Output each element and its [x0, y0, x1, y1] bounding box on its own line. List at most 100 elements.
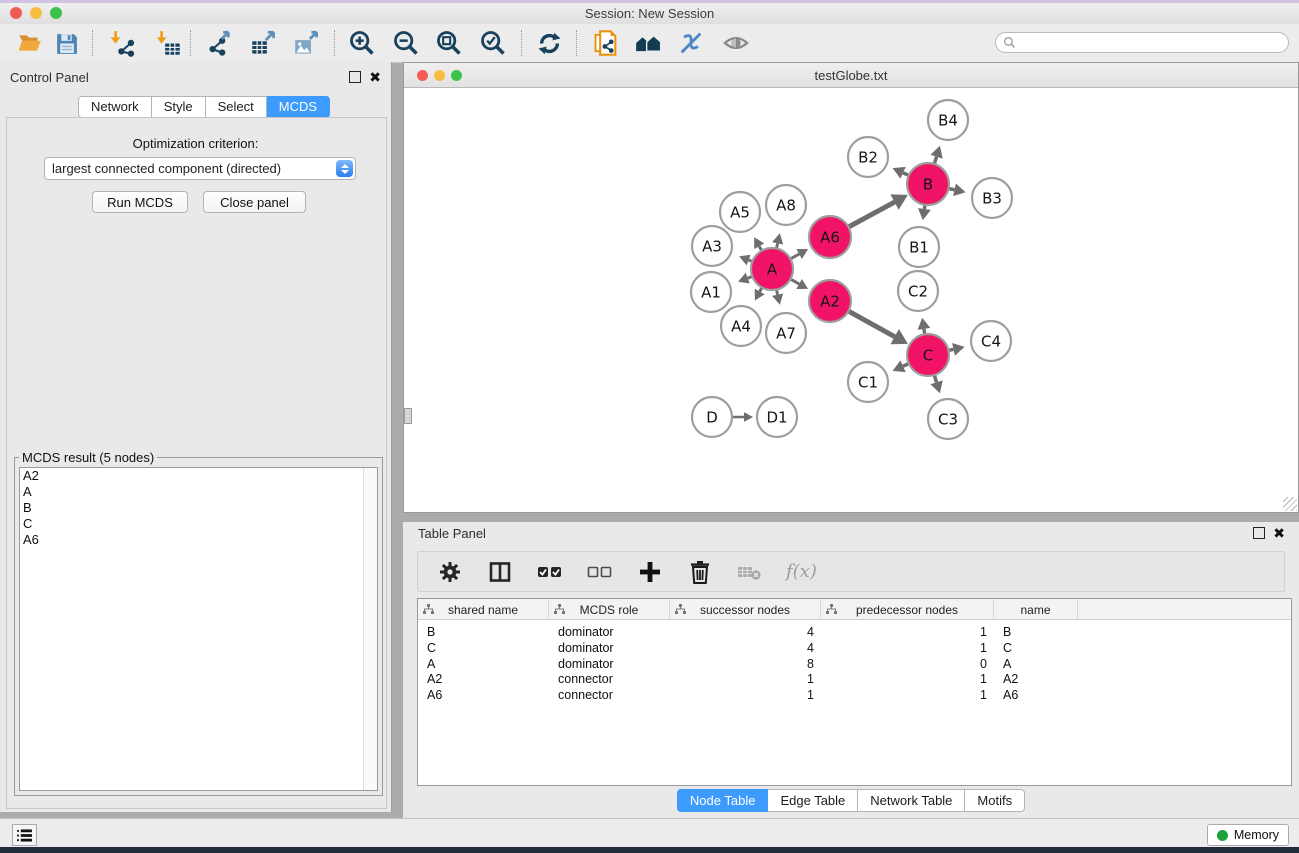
- edge-arrowhead: [744, 412, 753, 422]
- select-all-checkboxes-icon[interactable]: [536, 558, 564, 586]
- result-item[interactable]: C: [20, 516, 377, 532]
- edge-C-C3[interactable]: [934, 375, 936, 382]
- run-mcds-button[interactable]: Run MCDS: [92, 191, 188, 213]
- export-network-icon[interactable]: [205, 28, 235, 58]
- table-cell[interactable]: dominator: [558, 624, 614, 640]
- table-cell[interactable]: dominator: [558, 656, 614, 672]
- column-header-predecessor-nodes[interactable]: predecessor nodes: [821, 599, 994, 620]
- table-cell[interactable]: dominator: [558, 640, 614, 656]
- table-cell[interactable]: connector: [558, 687, 613, 703]
- table-cell[interactable]: 4: [670, 640, 814, 656]
- table-cell[interactable]: 1: [821, 671, 987, 687]
- table-cell[interactable]: 1: [670, 687, 814, 703]
- column-header-MCDS-role[interactable]: MCDS role: [549, 599, 670, 620]
- result-list-scrollbar[interactable]: [363, 468, 377, 790]
- function-builder-fx: f(x): [786, 561, 817, 582]
- window-title: Session: New Session: [0, 6, 1299, 21]
- table-cell[interactable]: A: [1003, 656, 1011, 672]
- zoom-in-icon[interactable]: [347, 28, 377, 58]
- deselect-all-checkboxes-icon[interactable]: [586, 558, 614, 586]
- refresh-icon[interactable]: [534, 28, 564, 58]
- node-table[interactable]: shared name MCDS role successor nodesprede…: [417, 598, 1292, 786]
- column-header-name[interactable]: name: [994, 599, 1078, 620]
- table-settings-gear-icon[interactable]: [436, 558, 464, 586]
- table-cell[interactable]: 0: [821, 656, 987, 672]
- window-resize-grip[interactable]: [1283, 497, 1297, 511]
- graph-node-label: A2: [820, 292, 840, 310]
- edge-A-A6[interactable]: [790, 254, 799, 259]
- result-item[interactable]: A2: [20, 468, 377, 484]
- toolbar-separator: [190, 30, 191, 56]
- import-table-icon[interactable]: [153, 28, 183, 58]
- delete-trash-icon[interactable]: [686, 558, 714, 586]
- optimization-criterion-dropdown[interactable]: largest connected component (directed): [44, 157, 356, 180]
- table-cell[interactable]: 1: [670, 671, 814, 687]
- edge-A2-C[interactable]: [848, 311, 894, 337]
- save-session-icon[interactable]: [51, 28, 81, 58]
- table-cell[interactable]: connector: [558, 671, 613, 687]
- table-cell[interactable]: A6: [1003, 687, 1018, 703]
- table-cell[interactable]: 4: [670, 624, 814, 640]
- close-panel-button[interactable]: Close panel: [203, 191, 306, 213]
- table-cell[interactable]: B: [1003, 624, 1011, 640]
- tab-motifs[interactable]: Motifs: [965, 789, 1025, 812]
- table-cell[interactable]: C: [427, 640, 436, 656]
- tab-edge-table[interactable]: Edge Table: [768, 789, 858, 812]
- result-item[interactable]: B: [20, 500, 377, 516]
- table-close-panel-icon[interactable]: ✖: [1273, 528, 1285, 538]
- tab-mcds[interactable]: MCDS: [267, 96, 330, 118]
- window-edge-handle[interactable]: [404, 408, 412, 424]
- result-item[interactable]: A6: [20, 532, 377, 548]
- edge-B-B4[interactable]: [934, 157, 936, 164]
- table-cell[interactable]: 1: [821, 640, 987, 656]
- tab-node-table[interactable]: Node Table: [677, 789, 769, 812]
- table-cell[interactable]: C: [1003, 640, 1012, 656]
- show-hide-eye-icon[interactable]: [721, 28, 751, 58]
- edge-A6-B[interactable]: [849, 202, 895, 227]
- search-icon: [1003, 36, 1016, 49]
- tab-network[interactable]: Network: [78, 96, 152, 118]
- table-cell[interactable]: 1: [821, 687, 987, 703]
- main-titlebar: Session: New Session: [0, 3, 1299, 25]
- mcds-result-list[interactable]: A2ABCA6: [19, 467, 378, 791]
- float-panel-icon[interactable]: [349, 71, 361, 83]
- column-header-label: MCDS role: [580, 603, 639, 617]
- task-history-button[interactable]: [12, 824, 37, 846]
- export-image-icon[interactable]: [291, 28, 321, 58]
- column-header-shared-name[interactable]: shared name: [418, 599, 549, 620]
- close-panel-icon[interactable]: ✖: [369, 72, 381, 82]
- graph-node-label: A5: [730, 203, 750, 221]
- search-input[interactable]: [995, 32, 1289, 53]
- table-cell[interactable]: A2: [427, 671, 442, 687]
- tab-select[interactable]: Select: [206, 96, 267, 118]
- table-cell[interactable]: 8: [670, 656, 814, 672]
- table-cell[interactable]: A2: [1003, 671, 1018, 687]
- optimization-criterion-label: Optimization criterion:: [0, 136, 391, 151]
- home-first-neighbors-icon[interactable]: [634, 28, 664, 58]
- network-graph[interactable]: B4B2BB3A5A8A6A3B1AA1C2A2A4A7C4CC1DD1C3: [404, 88, 1298, 512]
- memory-button[interactable]: Memory: [1207, 824, 1289, 846]
- tab-style[interactable]: Style: [152, 96, 206, 118]
- import-network-icon[interactable]: [107, 28, 137, 58]
- tab-network-table[interactable]: Network Table: [858, 789, 965, 812]
- table-cell[interactable]: A: [427, 656, 435, 672]
- split-view-columns-icon[interactable]: [486, 558, 514, 586]
- memory-label: Memory: [1234, 828, 1279, 842]
- edge-A-A2[interactable]: [790, 279, 799, 284]
- table-cell[interactable]: 1: [821, 624, 987, 640]
- network-from-selection-icon[interactable]: [591, 28, 621, 58]
- network-window-titlebar[interactable]: testGlobe.txt: [404, 63, 1298, 88]
- zoom-selected-icon[interactable]: [478, 28, 508, 58]
- result-item[interactable]: A: [20, 484, 377, 500]
- table-cell[interactable]: A6: [427, 687, 442, 703]
- export-table-icon[interactable]: [248, 28, 278, 58]
- open-session-icon[interactable]: [15, 28, 45, 58]
- zoom-fit-icon[interactable]: [434, 28, 464, 58]
- table-float-panel-icon[interactable]: [1253, 527, 1265, 539]
- table-cell[interactable]: B: [427, 624, 435, 640]
- hide-graphics-details-icon[interactable]: [676, 28, 706, 58]
- toolbar-separator: [92, 30, 93, 56]
- add-column-plus-icon[interactable]: [636, 558, 664, 586]
- column-header-successor-nodes[interactable]: successor nodes: [670, 599, 821, 620]
- zoom-out-icon[interactable]: [391, 28, 421, 58]
